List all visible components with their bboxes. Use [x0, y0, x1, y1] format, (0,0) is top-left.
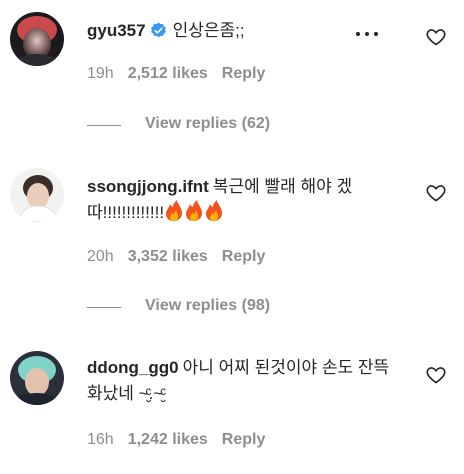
reply-button[interactable]: Reply	[222, 431, 266, 448]
verified-badge-icon	[150, 21, 167, 47]
comment-body: ssongjjong.ifnt 복근에 빨래 해야 겠따!!!!!!!!!!!!!	[87, 174, 407, 230]
fire-emoji-icon	[164, 200, 224, 230]
comment-meta: 19h 2,512 likes Reply	[87, 64, 279, 84]
heart-icon[interactable]	[426, 183, 446, 203]
comment-time: 20h	[87, 248, 114, 265]
comment-text: 인상은좀;;	[172, 21, 245, 40]
divider-line	[87, 125, 121, 126]
avatar[interactable]	[10, 12, 64, 66]
reply-button[interactable]: Reply	[222, 248, 266, 265]
heart-icon[interactable]	[426, 365, 446, 385]
heart-icon[interactable]	[426, 27, 446, 47]
comment-username[interactable]: ddong_gg0	[87, 358, 179, 377]
comment-username[interactable]: gyu357	[87, 21, 146, 40]
avatar[interactable]	[10, 351, 64, 405]
avatar[interactable]	[10, 168, 64, 222]
divider-line	[87, 307, 121, 308]
comment-likes[interactable]: 2,512 likes	[128, 65, 208, 82]
comment-time: 16h	[87, 431, 114, 448]
comment-likes[interactable]: 3,352 likes	[128, 248, 208, 265]
reply-button[interactable]: Reply	[222, 65, 266, 82]
view-replies-label: View replies (62)	[145, 115, 271, 132]
more-options-icon[interactable]	[355, 24, 379, 44]
comment-meta: 16h 1,242 likes Reply	[87, 430, 279, 450]
view-replies-label: View replies (98)	[145, 297, 271, 314]
comment-body: ddong_gg0 아니 어찌 된것이야 손도 잔뜩 화났네 ~̮ͨ.~̮ͨ	[87, 355, 407, 407]
comment-username[interactable]: ssongjjong.ifnt	[87, 177, 209, 196]
comment-time: 19h	[87, 65, 114, 82]
comment-meta: 20h 3,352 likes Reply	[87, 247, 279, 267]
comment-likes[interactable]: 1,242 likes	[128, 431, 208, 448]
